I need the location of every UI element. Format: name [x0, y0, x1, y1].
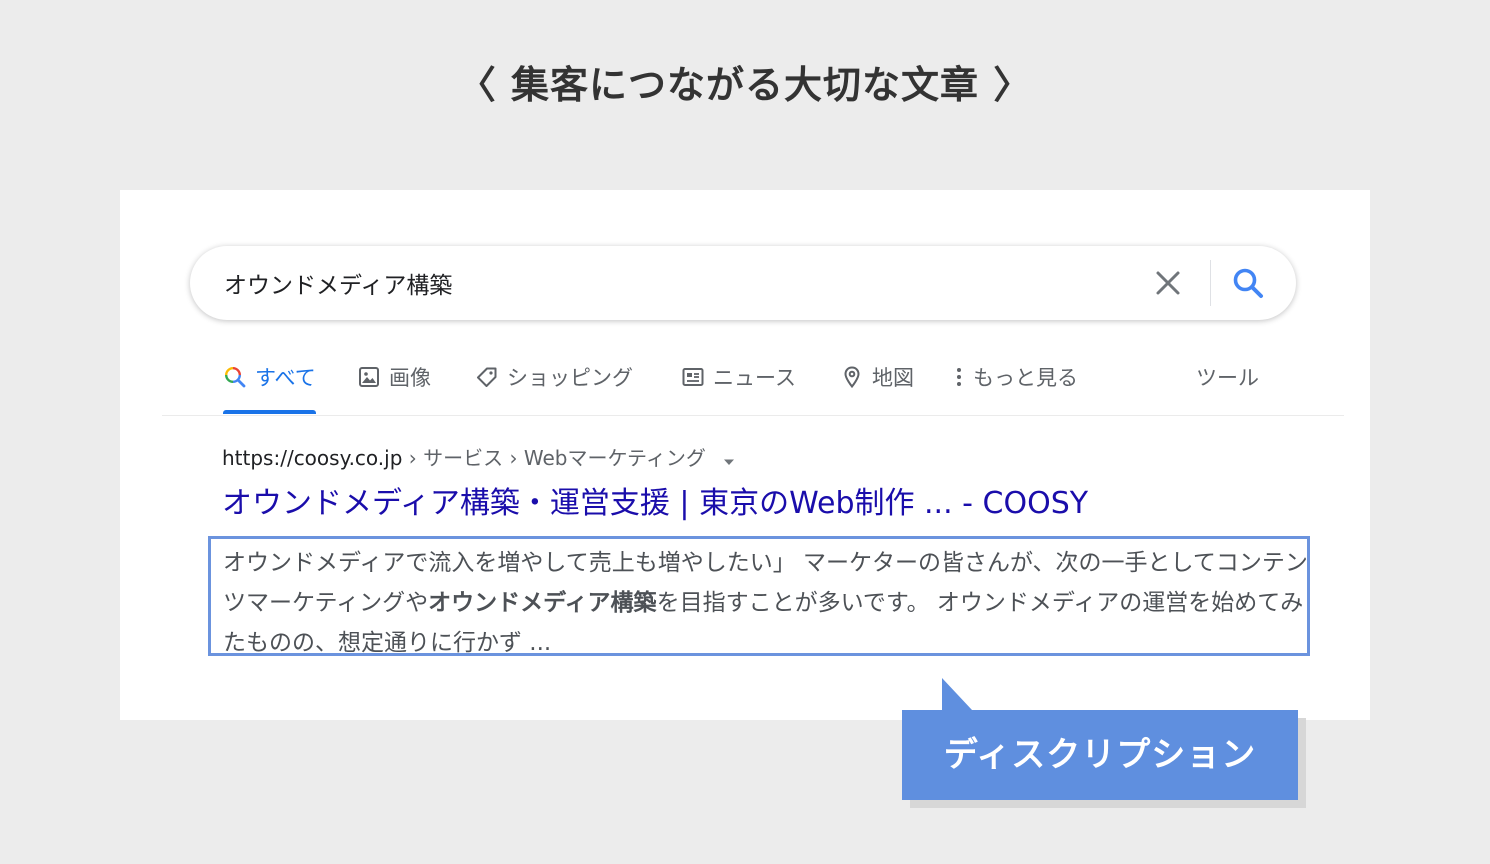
more-vert-icon [957, 368, 961, 386]
tab-label: ツール [1196, 366, 1259, 390]
search-bar-divider [1210, 260, 1211, 306]
description-callout: ディスクリプション [902, 678, 1298, 800]
tab-all[interactable]: すべて [223, 362, 316, 414]
close-icon [1156, 271, 1180, 295]
tabs-divider [162, 415, 1344, 416]
callout-pointer [942, 678, 972, 710]
caret-down-icon [724, 459, 735, 465]
tab-maps[interactable]: 地図 [840, 362, 914, 414]
tag-icon [477, 367, 497, 387]
search-results-panel: すべて 画像 ショッピング [120, 190, 1370, 720]
tab-label: 画像 [389, 366, 431, 390]
clear-search-button[interactable] [1152, 267, 1184, 299]
active-tab-indicator [223, 410, 316, 414]
news-icon [682, 368, 704, 386]
search-bar [190, 246, 1296, 320]
description-keyword: オウンドメディア構築 [428, 590, 657, 616]
search-icon [1233, 268, 1263, 298]
search-tabs: すべて 画像 ショッピング ニュース 地図 もっと見る ツール [223, 362, 1283, 414]
result-url-domain: https://coosy.co.jp [222, 446, 403, 470]
search-input[interactable] [224, 264, 1104, 302]
result-menu-button[interactable] [722, 448, 736, 472]
tab-label: すべて [255, 366, 316, 390]
result-description: オウンドメディアで流入を増やして売上も増やしたい」 マーケターの皆さんが、次の一… [223, 543, 1309, 663]
tab-label: もっと見る [973, 366, 1078, 390]
callout-label: ディスクリプション [943, 735, 1257, 775]
tab-shopping[interactable]: ショッピング [475, 362, 633, 414]
tab-label: 地図 [872, 366, 914, 390]
tab-images[interactable]: 画像 [357, 362, 431, 414]
tab-label: ショッピング [507, 366, 633, 390]
tab-tools[interactable]: ツール [1196, 362, 1259, 414]
result-title-link[interactable]: オウンドメディア構築・運営支援 | 東京のWeb制作 ... - COOSY [222, 478, 1088, 522]
tab-more[interactable]: もっと見る [953, 362, 1078, 414]
image-icon [359, 367, 379, 387]
tab-label: ニュース [713, 366, 796, 390]
result-url[interactable]: https://coosy.co.jp › サービス › Webマーケティング [222, 442, 736, 472]
tab-news[interactable]: ニュース [681, 362, 796, 414]
map-pin-icon [844, 366, 860, 389]
search-button[interactable] [1230, 265, 1266, 301]
search-icon [225, 367, 246, 388]
page-heading: 〈 集客につながる大切な文章 〉 [457, 63, 1033, 107]
description-highlight: オウンドメディアで流入を増やして売上も増やしたい」 マーケターの皆さんが、次の一… [208, 536, 1310, 656]
result-url-breadcrumb: › サービス › Webマーケティング [402, 446, 706, 470]
